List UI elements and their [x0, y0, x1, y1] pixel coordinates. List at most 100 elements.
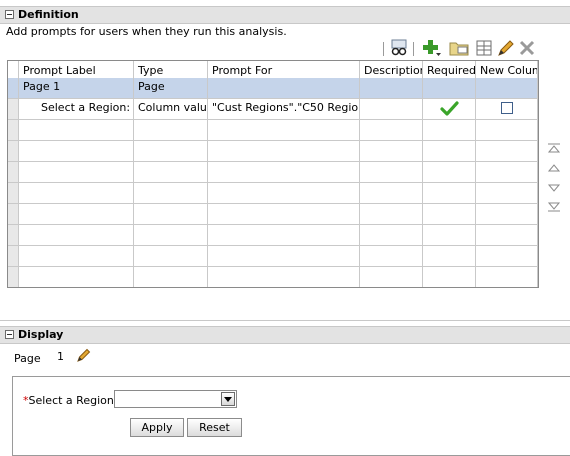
empty-cell	[134, 267, 208, 287]
empty-cell	[360, 162, 423, 183]
row-header-cell	[8, 225, 19, 246]
empty-cell	[19, 141, 134, 162]
region-select[interactable]	[114, 390, 237, 408]
empty-cell	[134, 246, 208, 267]
prompt-for-cell[interactable]: "Cust Regions"."C50 Region"	[208, 99, 360, 120]
empty-cell	[208, 204, 360, 225]
prompt-for-cell[interactable]	[208, 78, 360, 99]
grid-properties-icon[interactable]	[474, 38, 494, 58]
type-cell[interactable]: Page	[134, 78, 208, 99]
empty-cell	[423, 141, 476, 162]
required-check-icon[interactable]	[423, 99, 476, 119]
empty-cell	[423, 183, 476, 204]
new-column-cell[interactable]	[476, 99, 538, 120]
required-cell[interactable]	[423, 99, 476, 120]
empty-cell	[19, 204, 134, 225]
empty-cell	[423, 267, 476, 287]
page-number: 1	[57, 350, 64, 363]
new-column-cell[interactable]	[476, 78, 538, 99]
row-header-cell	[8, 204, 19, 225]
row-header-cell	[8, 141, 19, 162]
display-title: Display	[18, 328, 64, 341]
move-top-icon[interactable]	[547, 142, 561, 154]
empty-cell	[476, 246, 538, 267]
empty-cell	[423, 225, 476, 246]
reset-button[interactable]: Reset	[187, 418, 242, 437]
empty-cell	[423, 204, 476, 225]
empty-cell	[19, 225, 134, 246]
region-prompt-label: *Select a Region:	[23, 394, 118, 407]
empty-cell	[19, 183, 134, 204]
description-cell[interactable]	[360, 78, 423, 99]
empty-cell	[134, 120, 208, 141]
empty-cell	[134, 204, 208, 225]
empty-cell	[476, 225, 538, 246]
table-row	[8, 225, 538, 246]
empty-cell	[476, 267, 538, 287]
empty-cell	[134, 162, 208, 183]
empty-cell	[360, 141, 423, 162]
empty-cell	[208, 120, 360, 141]
row-header-cell	[8, 183, 19, 204]
empty-cell	[476, 162, 538, 183]
collapse-icon[interactable]	[5, 10, 14, 19]
apply-button[interactable]: Apply	[130, 418, 184, 437]
definition-description: Add prompts for users when they run this…	[6, 25, 287, 38]
empty-cell	[19, 162, 134, 183]
prompt-label-cell[interactable]: Page 1	[19, 78, 134, 99]
empty-cell	[360, 225, 423, 246]
type-cell[interactable]: Column value	[134, 99, 208, 120]
row-header-cell	[8, 267, 19, 287]
empty-cell	[360, 183, 423, 204]
empty-cell	[208, 267, 360, 287]
prompt-preview-panel	[12, 376, 570, 456]
move-up-icon[interactable]	[547, 162, 561, 174]
page-label: Page	[14, 352, 41, 365]
row-header-cell[interactable]	[8, 99, 19, 120]
empty-cell	[360, 246, 423, 267]
description-cell[interactable]	[360, 99, 423, 120]
table-row[interactable]: Page 1 Page	[8, 78, 538, 99]
prompts-table: Prompt Label Type Prompt For Description…	[7, 60, 539, 288]
empty-cell	[476, 141, 538, 162]
move-bottom-icon[interactable]	[547, 201, 561, 213]
pencil-edit-icon[interactable]	[496, 38, 516, 58]
preview-glasses-icon[interactable]	[389, 38, 409, 58]
definition-title: Definition	[18, 8, 79, 21]
display-header[interactable]: Display	[0, 326, 570, 344]
collapse-icon[interactable]	[5, 330, 14, 339]
pencil-edit-icon[interactable]	[76, 347, 92, 363]
row-header-cell	[8, 246, 19, 267]
empty-cell	[134, 141, 208, 162]
row-header-cell	[8, 120, 19, 141]
definition-header[interactable]: Definition	[0, 6, 570, 24]
table-row	[8, 120, 538, 141]
toolbar-separator	[383, 42, 384, 56]
row-header-cell[interactable]	[8, 78, 19, 99]
region-prompt-text: Select a Region:	[28, 394, 118, 407]
add-plus-icon[interactable]	[422, 38, 442, 58]
table-row	[8, 246, 538, 267]
empty-cell	[19, 267, 134, 287]
empty-cell	[208, 141, 360, 162]
empty-cell	[208, 246, 360, 267]
move-down-icon[interactable]	[547, 182, 561, 194]
new-column-checkbox[interactable]	[500, 102, 513, 114]
required-cell[interactable]	[423, 78, 476, 99]
row-header-cell	[8, 162, 19, 183]
empty-cell	[19, 246, 134, 267]
prompt-label-cell[interactable]: Select a Region:	[19, 99, 134, 120]
empty-cell	[134, 183, 208, 204]
empty-cell	[208, 162, 360, 183]
folder-icon[interactable]	[449, 38, 469, 58]
empty-cell	[476, 183, 538, 204]
table-row[interactable]: Select a Region: Column value "Cust Regi…	[8, 99, 538, 120]
delete-x-icon[interactable]	[517, 38, 537, 58]
empty-cell	[19, 120, 134, 141]
table-row	[8, 183, 538, 204]
empty-cell	[423, 120, 476, 141]
empty-cell	[208, 183, 360, 204]
chevron-down-icon[interactable]	[221, 392, 235, 406]
table-row	[8, 141, 538, 162]
empty-cell	[208, 225, 360, 246]
